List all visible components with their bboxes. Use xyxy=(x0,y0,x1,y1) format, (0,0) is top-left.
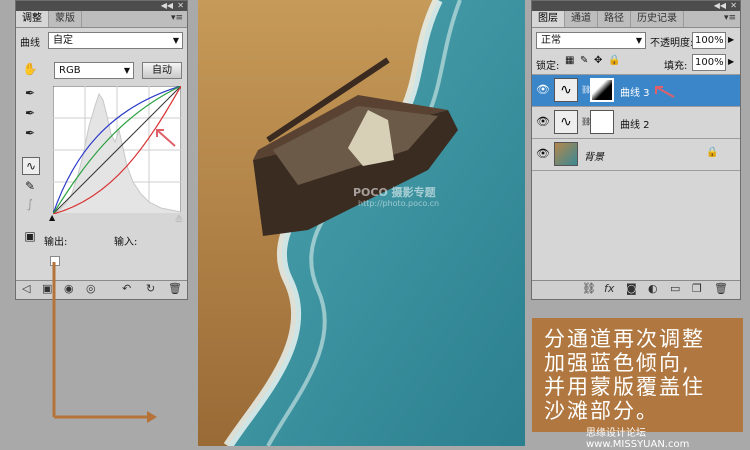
adjustments-panel: ◀◀ ✕ 调整 蒙版 ▾≡ 曲线 自定 ▼ ✋ RGB ▼ 自动 ✒ ✒ ✒ ∿… xyxy=(15,0,188,300)
lock-position-icon[interactable]: ✥ xyxy=(594,55,602,66)
layer-row[interactable]: 👁 背景 🔒 xyxy=(532,139,740,171)
pencil-icon[interactable]: ✎ xyxy=(22,178,38,194)
panel-title-bar[interactable]: ◀◀ ✕ xyxy=(16,1,187,11)
white-eyedropper-icon[interactable]: ✒ xyxy=(22,125,38,141)
gray-eyedropper-icon[interactable]: ✒ xyxy=(22,105,38,121)
annotation-line: 并用蒙版覆盖住 xyxy=(544,375,705,399)
layer-style-icon[interactable]: fx xyxy=(604,282,614,295)
blend-mode-value: 正常 xyxy=(541,35,561,46)
opacity-input[interactable]: 100% xyxy=(692,32,726,49)
back-icon[interactable]: ◁ xyxy=(22,282,30,295)
new-group-icon[interactable]: ▭ xyxy=(670,282,680,295)
black-point-slider[interactable]: ▲ xyxy=(49,213,55,222)
link-layers-icon[interactable]: ⛓ xyxy=(582,282,596,295)
curves-adjustment-icon[interactable]: ∿ xyxy=(554,110,578,134)
collapse-icon[interactable]: ◀◀ xyxy=(161,1,173,11)
add-mask-icon[interactable]: ◙ xyxy=(626,282,637,295)
opacity-arrow-icon[interactable]: ▶ xyxy=(728,35,734,44)
tab-channels[interactable]: 通道 xyxy=(565,11,598,27)
layer-row[interactable]: 👁 ∿ ⛓ 曲线 3 xyxy=(532,75,740,107)
preset-value: 自定 xyxy=(53,35,73,46)
white-point-slider[interactable]: △ xyxy=(176,213,182,222)
black-eyedropper-icon[interactable]: ✒ xyxy=(22,85,38,101)
site-watermark: 思缘设计论坛 www.MISSYUAN.com xyxy=(586,428,690,450)
fill-input[interactable]: 100% xyxy=(692,54,726,71)
new-layer-icon[interactable]: ❐ xyxy=(692,282,702,295)
lock-transparent-icon[interactable]: ▦ xyxy=(565,55,574,66)
input-label: 输入: xyxy=(114,237,138,248)
layer-mask-thumbnail[interactable] xyxy=(590,110,614,134)
annotation-line: 分通道再次调整 xyxy=(544,327,705,351)
close-icon[interactable]: ✕ xyxy=(177,1,184,11)
curve-point-icon[interactable]: ∿ xyxy=(22,157,40,175)
eye-icon[interactable]: 👁 xyxy=(536,147,550,160)
clip-display-icon[interactable]: ▣ xyxy=(22,228,38,244)
chevron-down-icon: ▼ xyxy=(172,36,179,45)
lock-all-icon[interactable]: 🔒 xyxy=(608,55,620,66)
layers-panel: ◀◀ ✕ 图层 通道 路径 历史记录 ▾≡ 正常 ▼ 不透明度: 100% ▶ … xyxy=(531,0,741,300)
panel-menu-icon[interactable]: ▾≡ xyxy=(724,13,736,23)
lock-label: 锁定: xyxy=(536,61,560,72)
tab-masks[interactable]: 蒙版 xyxy=(49,11,82,27)
layer-row[interactable]: 👁 ∿ ⛓ 曲线 2 xyxy=(532,107,740,139)
layers-bottom-bar: ⛓ fx ◙ ◐ ▭ ❐ 🗑 xyxy=(532,280,740,299)
tab-adjustments[interactable]: 调整 xyxy=(16,11,49,27)
layers-list: 👁 ∿ ⛓ 曲线 3 👁 ∿ ⛓ 曲线 2 👁 背景 🔒 xyxy=(532,74,740,171)
trash-icon[interactable]: 🗑 xyxy=(168,282,182,295)
tab-paths[interactable]: 路径 xyxy=(598,11,631,27)
layers-tabs: 图层 通道 路径 历史记录 ▾≡ xyxy=(532,11,740,28)
auto-button[interactable]: 自动 xyxy=(142,62,182,79)
collapse-icon[interactable]: ◀◀ xyxy=(714,1,726,11)
photo-watermark-url: http://photo.poco.cn xyxy=(358,199,440,208)
tab-layers[interactable]: 图层 xyxy=(532,11,565,27)
annotation-line: 加强蓝色倾向, xyxy=(544,351,691,375)
blend-mode-select[interactable]: 正常 ▼ xyxy=(536,32,646,49)
chevron-down-icon: ▼ xyxy=(635,36,642,45)
fill-label: 填充: xyxy=(664,61,688,72)
curves-graph[interactable] xyxy=(53,86,181,214)
close-icon[interactable]: ✕ xyxy=(730,1,737,11)
layer-name[interactable]: 曲线 3 xyxy=(620,84,650,99)
adjustments-tabs: 调整 蒙版 ▾≡ xyxy=(16,11,187,28)
annotation-box: 分通道再次调整 加强蓝色倾向, 并用蒙版覆盖住 沙滩部分。 xyxy=(532,318,743,432)
photo-watermark: POCO 摄影专题 xyxy=(353,186,436,199)
layer-name[interactable]: 背景 xyxy=(584,148,604,163)
lock-pixels-icon[interactable]: ✎ xyxy=(580,55,588,66)
opacity-label: 不透明度: xyxy=(650,38,694,49)
hand-adjust-icon[interactable]: ✋ xyxy=(22,61,38,77)
annotation-line: 沙滩部分。 xyxy=(544,399,659,423)
eye-icon[interactable]: 👁 xyxy=(536,115,550,128)
channel-select[interactable]: RGB ▼ xyxy=(54,62,134,79)
pointer-arrow xyxy=(52,262,157,423)
tab-history[interactable]: 历史记录 xyxy=(631,11,684,27)
trash-icon[interactable]: 🗑 xyxy=(714,282,728,295)
red-arrow-icon xyxy=(655,86,675,98)
curves-adjustment-icon[interactable]: ∿ xyxy=(554,78,578,102)
layer-name[interactable]: 曲线 2 xyxy=(620,116,650,131)
preset-label: 曲线 xyxy=(20,38,40,49)
lock-icon: 🔒 xyxy=(706,147,719,158)
boat-photo: POCO 摄影专题 http://photo.poco.cn xyxy=(198,0,525,446)
panel-menu-icon[interactable]: ▾≡ xyxy=(171,13,183,23)
smooth-icon[interactable]: ∫ xyxy=(22,196,38,212)
layer-mask-thumbnail[interactable] xyxy=(590,78,614,102)
output-label: 输出: xyxy=(44,237,68,248)
preset-select[interactable]: 自定 ▼ xyxy=(48,32,183,49)
new-adjustment-icon[interactable]: ◐ xyxy=(648,282,658,295)
background-thumbnail[interactable] xyxy=(554,142,578,166)
channel-value: RGB xyxy=(59,65,81,76)
panel-title-bar[interactable]: ◀◀ ✕ xyxy=(532,1,740,11)
eye-icon[interactable]: 👁 xyxy=(536,83,550,96)
opacity-value: 100% xyxy=(695,35,724,46)
chevron-down-icon: ▼ xyxy=(123,66,130,75)
fill-value: 100% xyxy=(695,57,724,68)
fill-arrow-icon[interactable]: ▶ xyxy=(728,57,734,66)
